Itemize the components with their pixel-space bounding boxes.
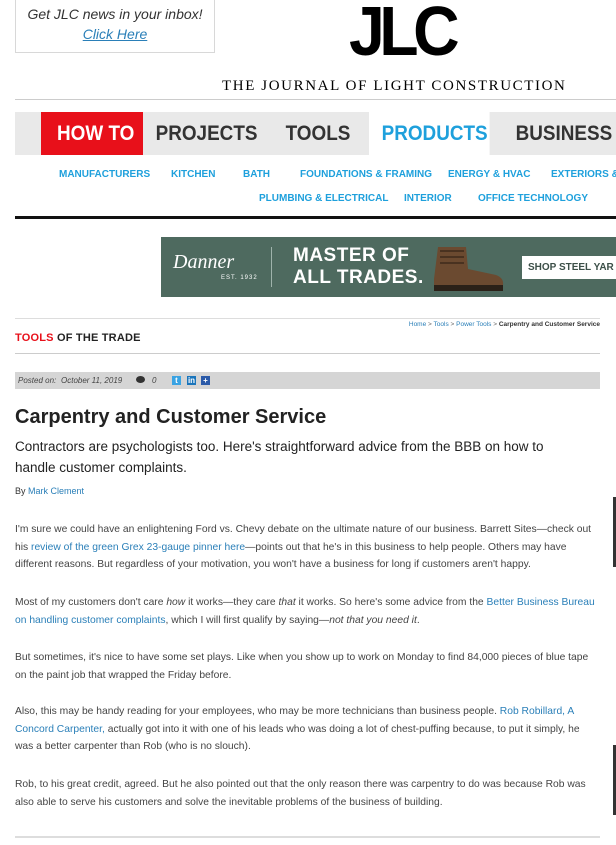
- divider: [15, 836, 600, 838]
- nav-how-to[interactable]: HOW TO: [41, 112, 143, 155]
- subnav-kitchen[interactable]: KITCHEN: [171, 169, 215, 180]
- newsletter-box: Get JLC news in your inbox! Click Here: [15, 0, 215, 53]
- comment-icon[interactable]: [136, 376, 145, 383]
- author-link[interactable]: Mark Clement: [28, 486, 84, 496]
- byline: By Mark Clement: [15, 486, 84, 496]
- nav-business[interactable]: BUSINESS: [503, 112, 613, 155]
- linkedin-icon[interactable]: in: [187, 376, 196, 385]
- subnav-plumbing-electrical[interactable]: PLUMBING & ELECTRICAL: [259, 193, 388, 204]
- ad-brand-logo: Danner: [173, 251, 235, 273]
- subnav-energy-hvac[interactable]: ENERGY & HVAC: [448, 169, 530, 180]
- breadcrumb-tools[interactable]: Tools: [434, 321, 449, 328]
- article-title: Carpentry and Customer Service: [15, 406, 327, 428]
- newsletter-signup-link[interactable]: Click Here: [16, 26, 214, 42]
- subnav-exteriors[interactable]: EXTERIORS & R: [551, 169, 616, 180]
- posted-label: Posted on:: [18, 376, 57, 385]
- divider: [15, 353, 600, 354]
- ad-divider: [271, 247, 272, 287]
- breadcrumb-home[interactable]: Home: [409, 321, 426, 328]
- paragraph-1: I'm sure we could have an enlightening F…: [15, 524, 592, 570]
- subnav-interior[interactable]: INTERIOR: [404, 193, 452, 204]
- ad-cta-button[interactable]: SHOP STEEL YAR: [522, 256, 616, 279]
- newsletter-title: Get JLC news in your inbox!: [27, 6, 203, 22]
- share-plus-icon[interactable]: +: [201, 376, 210, 385]
- post-date: October 11, 2019: [61, 376, 123, 385]
- ad-banner[interactable]: Danner EST. 1932 MASTER OF ALL TRADES. S…: [161, 237, 616, 297]
- nav-tools[interactable]: TOOLS: [273, 112, 359, 155]
- divider: [15, 99, 616, 100]
- main-nav: HOW TO PROJECTS TOOLS PRODUCTS BUSINESS: [15, 112, 616, 155]
- breadcrumb-power-tools[interactable]: Power Tools: [456, 321, 491, 328]
- comment-count[interactable]: 0: [152, 376, 156, 385]
- subnav-office-technology[interactable]: OFFICE TECHNOLOGY: [478, 193, 588, 204]
- section-title-rest: OF THE TRADE: [56, 332, 141, 344]
- breadcrumb: Home > Tools > Power Tools > Carpentry a…: [408, 321, 600, 328]
- subnav-bath[interactable]: BATH: [243, 169, 270, 180]
- ad-headline-1: MASTER OF: [293, 245, 410, 266]
- paragraph-2: Most of my customers don't care how it w…: [15, 597, 595, 626]
- section-title-highlight: TOOLS: [15, 332, 54, 344]
- ad-brand-est: EST. 1932: [221, 275, 258, 281]
- subnav-manufacturers[interactable]: MANUFACTURERS: [59, 169, 150, 180]
- nav-projects[interactable]: PROJECTS: [143, 112, 260, 155]
- paragraph-4: Also, this may be handy reading for your…: [15, 706, 580, 752]
- nav-products[interactable]: PRODUCTS: [368, 112, 490, 155]
- article-deck: Contractors are psychologists too. Here'…: [15, 439, 544, 475]
- twitter-icon[interactable]: t: [172, 376, 181, 385]
- boot-image: [434, 247, 504, 291]
- paragraph-5: Rob, to his great credit, agreed. But he…: [15, 779, 586, 808]
- section-title: TOOLS OF THE TRADE: [15, 332, 141, 344]
- ad-headline-2: ALL TRADES.: [293, 267, 424, 288]
- subnav-foundations-framing[interactable]: FOUNDATIONS & FRAMING: [300, 169, 432, 180]
- post-meta-bar: Posted on: October 11, 2019 0 t in +: [15, 372, 600, 389]
- divider: [15, 318, 600, 319]
- site-tagline: THE JOURNAL OF LIGHT CONSTRUCTION: [222, 78, 567, 94]
- paragraph-3: But sometimes, it's nice to have some se…: [15, 652, 589, 681]
- nav-divider: [15, 216, 616, 219]
- byline-label: By: [15, 486, 26, 496]
- breadcrumb-current: Carpentry and Customer Service: [498, 321, 600, 328]
- grex-review-link[interactable]: review of the green Grex 23-gauge pinner…: [31, 542, 245, 553]
- site-logo[interactable]: JLC: [349, 0, 460, 66]
